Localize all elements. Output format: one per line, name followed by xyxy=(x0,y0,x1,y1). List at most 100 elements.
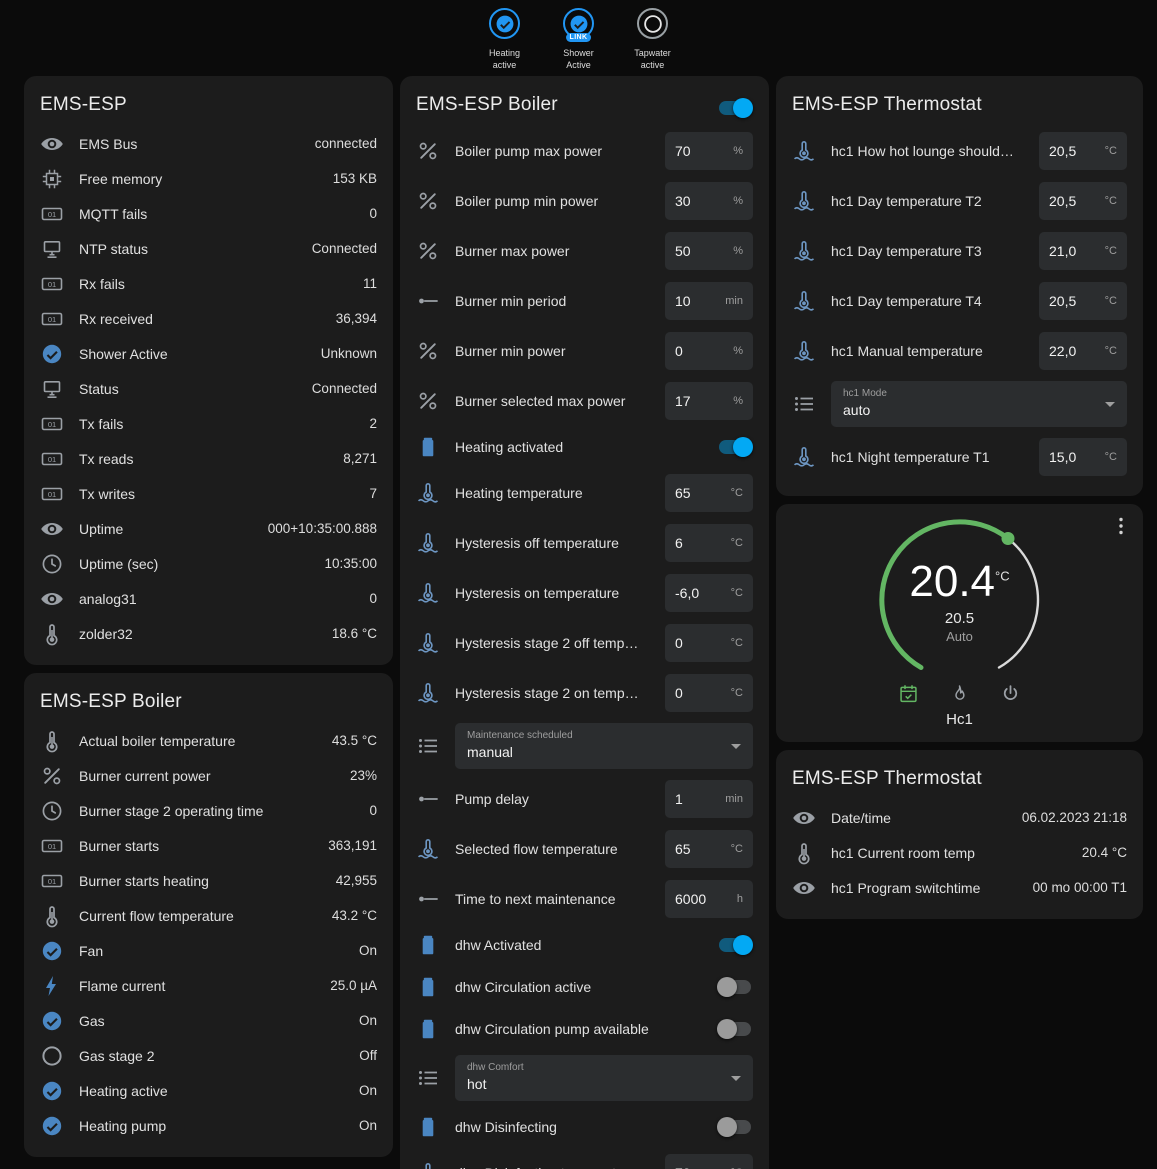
percent-icon xyxy=(416,339,440,363)
entity-row[interactable]: Burner current power23% xyxy=(40,758,377,793)
select-input[interactable]: hc1 Modeauto xyxy=(831,381,1127,427)
svg-text:01: 01 xyxy=(48,314,56,323)
more-menu-button[interactable] xyxy=(1109,514,1133,538)
entity-row[interactable]: FanOn xyxy=(40,933,377,968)
entity-row[interactable]: Uptime000+10:35:00.888 xyxy=(40,511,377,546)
control-row-number: hc1 How hot lounge should…20,5°C xyxy=(792,126,1127,176)
entity-row[interactable]: 01Rx fails11 xyxy=(40,266,377,301)
entity-row[interactable]: GasOn xyxy=(40,1003,377,1038)
select-input[interactable]: dhw Comforthot xyxy=(455,1055,753,1101)
entity-label: Gas stage 2 xyxy=(79,1048,344,1064)
status-badge[interactable]: Tapwater active xyxy=(622,8,684,71)
number-value: -6,0 xyxy=(675,585,699,601)
entity-row[interactable]: hc1 Program switchtime00 mo 00:00 T1 xyxy=(792,870,1127,905)
battery-icon xyxy=(416,435,440,459)
select-input[interactable]: Maintenance scheduledmanual xyxy=(455,723,753,769)
entity-row[interactable]: Current flow temperature43.2 °C xyxy=(40,898,377,933)
entity-value: 36,394 xyxy=(336,311,377,326)
eye-icon xyxy=(792,806,816,830)
entity-label: zolder32 xyxy=(79,626,317,642)
number-input[interactable]: 10min xyxy=(665,282,753,320)
control-label: Hysteresis stage 2 off temp… xyxy=(455,635,650,651)
card-thermostat_dial: 20.4°C20.5AutoHc1 xyxy=(776,504,1143,742)
toggle[interactable] xyxy=(717,437,753,457)
toggle[interactable] xyxy=(717,1019,753,1039)
number-input[interactable]: 21,0°C xyxy=(1039,232,1127,270)
number-input[interactable]: 0°C xyxy=(665,624,753,662)
entity-value: 10:35:00 xyxy=(324,556,377,571)
entity-row[interactable]: Free memory153 KB xyxy=(40,161,377,196)
number-input[interactable]: 6°C xyxy=(665,524,753,562)
control-row-number: Hysteresis off temperature6°C xyxy=(416,518,753,568)
number-input[interactable]: 30% xyxy=(665,182,753,220)
svg-text:01: 01 xyxy=(48,454,56,463)
entity-value: On xyxy=(359,943,377,958)
entity-label: Shower Active xyxy=(79,346,306,362)
number-input[interactable]: 20,5°C xyxy=(1039,132,1127,170)
entity-row[interactable]: Actual boiler temperature43.5 °C xyxy=(40,723,377,758)
entity-row[interactable]: NTP statusConnected xyxy=(40,231,377,266)
number-input[interactable]: 1min xyxy=(665,780,753,818)
entity-row[interactable]: Flame current25.0 µA xyxy=(40,968,377,1003)
number-input[interactable]: 22,0°C xyxy=(1039,332,1127,370)
entity-row[interactable]: StatusConnected xyxy=(40,371,377,406)
entity-value: Connected xyxy=(312,381,377,396)
control-row-number: Time to next maintenance6000h xyxy=(416,874,753,924)
control-label: hc1 Day temperature T4 xyxy=(831,293,1024,309)
entity-row[interactable]: Heating activeOn xyxy=(40,1073,377,1108)
number-input[interactable]: 65°C xyxy=(665,830,753,868)
card-master-toggle[interactable] xyxy=(717,98,753,118)
entity-value: 25.0 µA xyxy=(330,978,377,993)
select-label: Maintenance scheduled xyxy=(467,730,723,741)
entity-label: Burner stage 2 operating time xyxy=(79,803,354,819)
entity-row[interactable]: 01MQTT fails0 xyxy=(40,196,377,231)
number-value: 17 xyxy=(675,393,691,409)
number-input[interactable]: 70°C xyxy=(665,1154,753,1169)
entity-row[interactable]: Heating pumpOn xyxy=(40,1108,377,1143)
entity-label: Tx reads xyxy=(79,451,328,467)
number-input[interactable]: 70% xyxy=(665,132,753,170)
number-input[interactable]: 20,5°C xyxy=(1039,282,1127,320)
control-label: Heating temperature xyxy=(455,485,650,501)
entity-row[interactable]: Gas stage 2 Off xyxy=(40,1038,377,1073)
number-input[interactable]: 15,0°C xyxy=(1039,438,1127,476)
badge-pill: LINK xyxy=(566,33,592,42)
status-badge[interactable]: LINKShower Active xyxy=(548,8,610,71)
entity-row[interactable]: 01Rx received36,394 xyxy=(40,301,377,336)
entity-row[interactable]: hc1 Current room temp20.4 °C xyxy=(792,835,1127,870)
status-badge[interactable]: Heating active xyxy=(474,8,536,71)
percent-icon xyxy=(416,389,440,413)
entity-row[interactable]: Shower ActiveUnknown xyxy=(40,336,377,371)
entity-row[interactable]: 01Tx writes7 xyxy=(40,476,377,511)
number-input[interactable]: -6,0°C xyxy=(665,574,753,612)
number-input[interactable]: 50% xyxy=(665,232,753,270)
check-circle-icon xyxy=(40,1079,64,1103)
entity-row[interactable]: Uptime (sec)10:35:00 xyxy=(40,546,377,581)
entity-row[interactable]: Burner stage 2 operating time0 xyxy=(40,793,377,828)
toggle[interactable] xyxy=(717,977,753,997)
entity-row[interactable]: 01Tx fails2 xyxy=(40,406,377,441)
entity-row[interactable]: EMS Busconnected xyxy=(40,126,377,161)
number-input[interactable]: 6000h xyxy=(665,880,753,918)
entity-row[interactable]: analog310 xyxy=(40,581,377,616)
entity-row[interactable]: 01Burner starts heating42,955 xyxy=(40,863,377,898)
number-unit: min xyxy=(725,295,743,307)
entity-value: Off xyxy=(359,1048,377,1063)
number-value: 65 xyxy=(675,841,691,857)
number-value: 70 xyxy=(675,1165,691,1169)
number-unit: °C xyxy=(731,687,743,699)
number-input[interactable]: 65°C xyxy=(665,474,753,512)
entity-row[interactable]: Date/time06.02.2023 21:18 xyxy=(792,800,1127,835)
number-input[interactable]: 17% xyxy=(665,382,753,420)
entity-row[interactable]: zolder3218.6 °C xyxy=(40,616,377,651)
toggle[interactable] xyxy=(717,1117,753,1137)
number-input[interactable]: 0% xyxy=(665,332,753,370)
entity-row[interactable]: 01Tx reads8,271 xyxy=(40,441,377,476)
control-label: Selected flow temperature xyxy=(455,841,650,857)
entity-row[interactable]: 01Burner starts363,191 xyxy=(40,828,377,863)
toggle[interactable] xyxy=(717,935,753,955)
number-input[interactable]: 20,5°C xyxy=(1039,182,1127,220)
number-input[interactable]: 0°C xyxy=(665,674,753,712)
thermostat-dial[interactable]: 20.4°C20.5Auto xyxy=(865,512,1055,695)
number-unit: min xyxy=(725,793,743,805)
